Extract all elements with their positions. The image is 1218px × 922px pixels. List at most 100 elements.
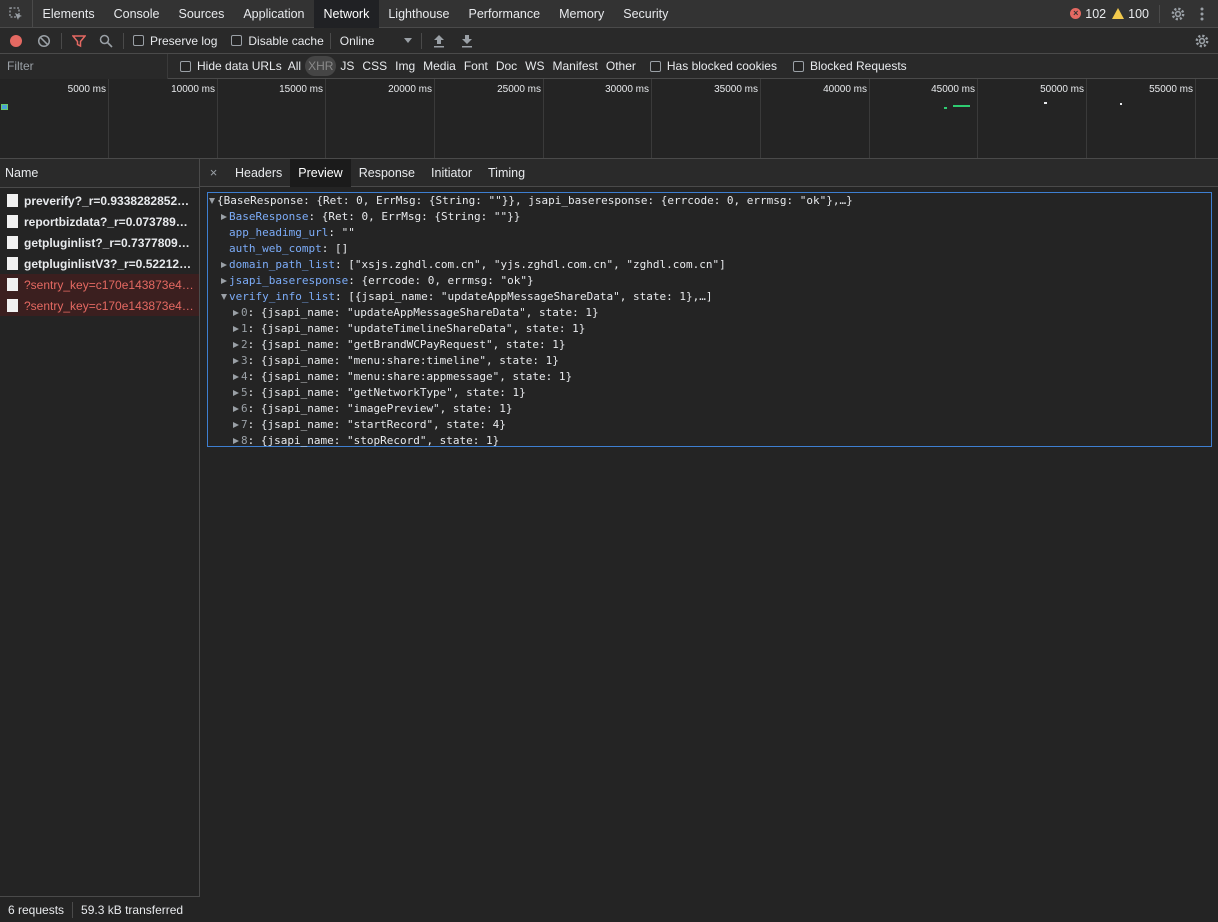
blocked-requests-checkbox[interactable]: Blocked Requests [792,59,907,73]
collapse-triangle-icon[interactable] [233,390,239,396]
json-array-item[interactable]: 8: {jsapi_name: "stopRecord", state: 1} [208,433,1211,449]
collapse-triangle-icon[interactable] [233,438,239,444]
collapse-triangle-icon[interactable] [233,310,239,316]
json-property[interactable]: jsapi_baseresponse: {errcode: 0, errmsg:… [208,273,1211,289]
preserve-log-checkbox[interactable]: Preserve log [133,34,217,48]
json-array-item[interactable]: 3: {jsapi_name: "menu:share:timeline", s… [208,353,1211,369]
close-icon[interactable]: × [200,165,227,180]
export-har-icon[interactable] [455,29,479,53]
collapse-triangle-icon[interactable] [233,342,239,348]
json-key: domain_path_list [229,258,335,271]
tab-memory[interactable]: Memory [550,0,614,28]
tab-elements[interactable]: Elements [33,0,104,28]
expand-triangle-icon[interactable] [209,198,215,204]
tab-sources[interactable]: Sources [169,0,234,28]
collapse-triangle-icon[interactable] [221,214,227,220]
tab-network[interactable]: Network [314,0,379,28]
request-row[interactable]: getpluginlistV3?_r=0.5221222... [0,253,199,274]
checkbox-box[interactable] [231,35,243,46]
checkbox-box[interactable] [133,35,144,46]
json-array-item[interactable]: 0: {jsapi_name: "updateAppMessageShareDa… [208,305,1211,321]
has-blocked-cookies-label: Has blocked cookies [666,59,777,73]
search-icon[interactable] [94,29,118,53]
throttling-select[interactable]: Online [336,34,416,48]
more-options-icon[interactable] [1190,2,1214,26]
filter-type-ws[interactable]: WS [521,56,548,76]
checkbox-box[interactable] [649,60,661,72]
json-property[interactable]: verify_info_list: [{jsapi_name: "updateA… [208,289,1211,305]
json-preview-tree[interactable]: {BaseResponse: {Ret: 0, ErrMsg: {String:… [207,192,1212,447]
json-root-line[interactable]: {BaseResponse: {Ret: 0, ErrMsg: {String:… [208,193,1211,209]
request-row[interactable]: reportbizdata?_r=0.07378916... [0,211,199,232]
json-array-item[interactable]: 4: {jsapi_name: "menu:share:appmessage",… [208,369,1211,385]
collapse-triangle-icon[interactable] [221,278,227,284]
json-array-item[interactable]: 7: {jsapi_name: "startRecord", state: 4} [208,417,1211,433]
has-blocked-cookies-checkbox[interactable]: Has blocked cookies [649,59,777,73]
filter-type-img[interactable]: Img [391,56,419,76]
filter-type-media[interactable]: Media [419,56,460,76]
inspect-element-icon[interactable] [0,0,33,28]
filter-type-css[interactable]: CSS [358,56,391,76]
tab-preview[interactable]: Preview [290,158,351,187]
tab-application[interactable]: Application [234,0,314,28]
checkbox-box[interactable] [792,60,804,72]
json-property[interactable]: BaseResponse: {Ret: 0, ErrMsg: {String: … [208,209,1211,225]
tab-headers[interactable]: Headers [227,159,290,187]
collapse-triangle-icon[interactable] [233,358,239,364]
tab-console[interactable]: Console [104,0,169,28]
tab-response[interactable]: Response [351,159,423,187]
request-name: getpluginlistV3?_r=0.5221222... [24,256,194,271]
filter-icon[interactable] [67,29,91,53]
tab-timing[interactable]: Timing [480,159,533,187]
tick-label: 5000 ms [67,84,106,95]
tab-performance[interactable]: Performance [459,0,550,28]
filter-type-all[interactable]: All [284,56,305,76]
json-value: {jsapi_name: "getNetworkType", state: 1} [260,386,526,399]
record-icon[interactable] [4,29,28,53]
tab-security[interactable]: Security [614,0,678,28]
request-row-failed[interactable]: ?sentry_key=c170e143873e44... [0,274,199,295]
filter-type-font[interactable]: Font [460,56,492,76]
json-array-item[interactable]: 6: {jsapi_name: "imagePreview", state: 1… [208,401,1211,417]
filter-type-js[interactable]: JS [336,56,358,76]
collapse-triangle-icon[interactable] [233,374,239,380]
tick-label: 20000 ms [388,84,432,95]
filter-type-manifest[interactable]: Manifest [549,56,602,76]
issues-counter[interactable]: × 102 100 [1070,7,1149,21]
request-row[interactable]: preverify?_r=0.933828285283... [0,190,199,211]
filter-type-doc[interactable]: Doc [492,56,521,76]
tab-lighthouse[interactable]: Lighthouse [379,0,459,28]
clear-icon[interactable] [32,29,56,53]
json-array-item[interactable]: 5: {jsapi_name: "getNetworkType", state:… [208,385,1211,401]
error-count: 102 [1085,6,1107,21]
filter-type-other[interactable]: Other [602,56,640,76]
collapse-triangle-icon[interactable] [233,406,239,412]
network-settings-gear-icon[interactable] [1190,29,1214,53]
collapse-triangle-icon[interactable] [221,262,227,268]
settings-gear-icon[interactable] [1166,2,1190,26]
tick-label: 35000 ms [714,84,758,95]
checkbox-box[interactable] [180,60,191,72]
filter-type-xhr[interactable]: XHR [305,56,337,76]
request-row[interactable]: getpluginlist?_r=0.737780952... [0,232,199,253]
json-array-item[interactable]: 2: {jsapi_name: "getBrandWCPayRequest", … [208,337,1211,353]
json-property[interactable]: domain_path_list: ["xsjs.zghdl.com.cn", … [208,257,1211,273]
expand-triangle-icon[interactable] [221,294,227,300]
disable-cache-checkbox[interactable]: Disable cache [231,34,324,48]
hide-data-urls-checkbox[interactable]: Hide data URLs [180,59,282,73]
json-array-item[interactable]: 1: {jsapi_name: "updateTimelineShareData… [208,321,1211,337]
timeline-overview[interactable]: 5000 ms 10000 ms 15000 ms 20000 ms 25000… [0,79,1218,159]
error-icon: × [1070,8,1082,19]
filter-input[interactable]: Filter [0,53,168,79]
collapse-triangle-icon[interactable] [233,326,239,332]
json-index: 3 [241,354,248,367]
hide-data-urls-label: Hide data URLs [197,59,282,73]
request-row-failed[interactable]: ?sentry_key=c170e143873e44... [0,295,199,316]
name-column-header[interactable]: Name [0,159,199,188]
tab-initiator[interactable]: Initiator [423,159,480,187]
waterfall-bar [1120,103,1122,105]
waterfall-bar [944,107,947,109]
collapse-triangle-icon[interactable] [233,422,239,428]
import-har-icon[interactable] [427,29,451,53]
preserve-log-label: Preserve log [150,33,218,48]
